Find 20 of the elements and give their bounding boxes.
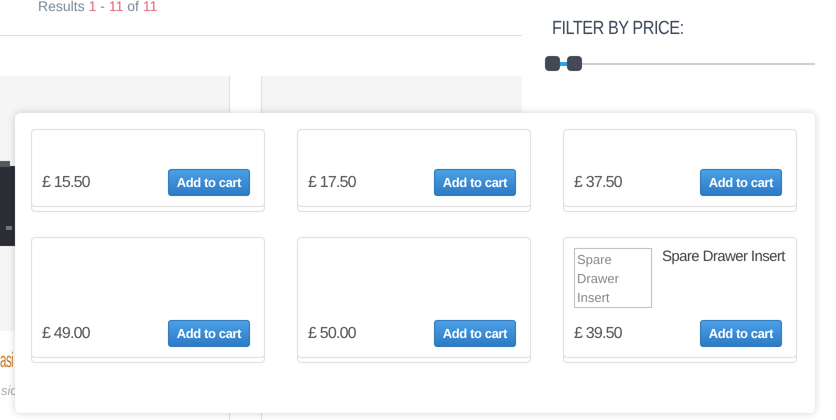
price: £ 39.50 — [574, 324, 622, 342]
product-name[interactable]: Spare Drawer Insert — [662, 248, 785, 308]
results-count: Results 1 - 11 of 11 — [38, 0, 158, 14]
add-to-cart-button[interactable]: Add to cart — [168, 320, 250, 347]
price: £ 37.50 — [574, 174, 622, 192]
price: £ 15.50 — [42, 174, 90, 192]
add-to-cart-button[interactable]: Add to cart — [168, 169, 250, 196]
image-alt-text: Spare Drawer Insert — [577, 251, 620, 307]
filter-title: FILTER BY PRICE: — [552, 18, 685, 40]
price: £ 49.00 — [42, 324, 90, 342]
add-to-cart-button[interactable]: Add to cart — [434, 320, 516, 347]
add-to-cart-button[interactable]: Add to cart — [434, 169, 516, 196]
slider-handle[interactable] — [567, 56, 582, 71]
slider-range — [560, 62, 567, 66]
add-to-cart-button[interactable]: Add to cart — [700, 320, 782, 347]
price: £ 50.00 — [308, 324, 356, 342]
product-name[interactable]: asi — [0, 349, 14, 373]
slider-handle[interactable] — [545, 56, 560, 71]
add-to-cart-button[interactable]: Add to cart — [700, 169, 782, 196]
price: £ 17.50 — [308, 174, 356, 192]
